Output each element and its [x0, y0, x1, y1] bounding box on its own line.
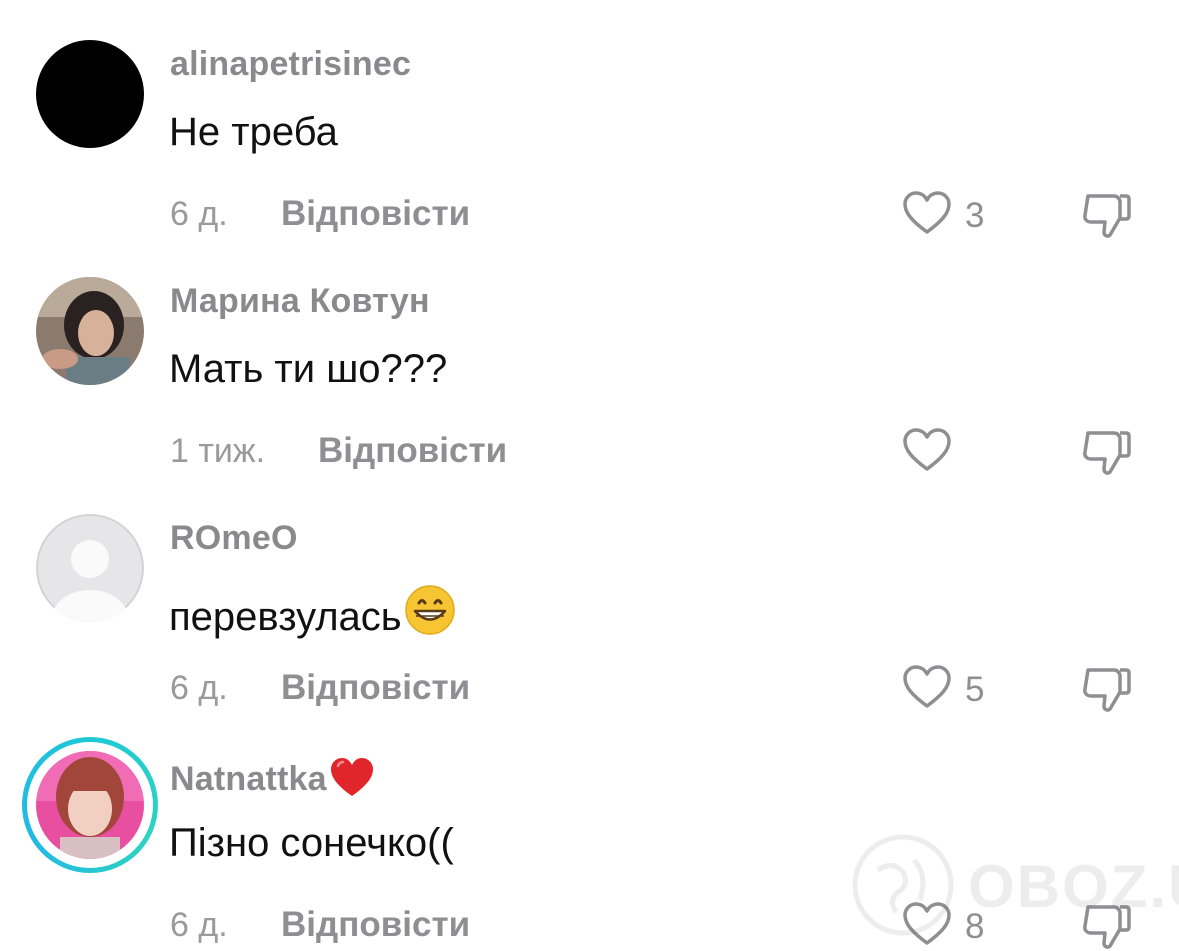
comment-text-value: перевзулась [169, 595, 402, 639]
thumbs-down-icon[interactable] [1080, 190, 1132, 240]
comment-item: ROmeO перевзулась 6 д. Відповісти 5 [0, 474, 1179, 714]
heart-icon[interactable] [902, 427, 952, 473]
heart-icon[interactable] [902, 190, 952, 236]
comment-username[interactable]: alinapetrisinec [170, 45, 411, 84]
grinning-face-emoji [404, 585, 455, 635]
globe-logo-icon [852, 834, 954, 936]
comment-item: alinapetrisinec Не треба 6 д. Відповісти… [0, 0, 1179, 240]
thumbs-down-icon[interactable] [1080, 427, 1132, 477]
reply-button[interactable]: Відповісти [281, 905, 470, 945]
reply-button[interactable]: Відповісти [318, 431, 507, 471]
comment-item: Марина Ковтун Мать ти шо??? 1 тиж. Відпо… [0, 237, 1179, 477]
comment-username[interactable]: Natnattka [170, 756, 375, 799]
watermark-text: OBOZ.UA [968, 853, 1179, 920]
comment-text: Мать ти шо??? [169, 347, 448, 391]
avatar[interactable] [36, 277, 144, 385]
comment-time: 1 тиж. [170, 432, 266, 470]
comment-text: Не треба [169, 110, 338, 154]
comment-text: Пізно сонечко(( [169, 821, 454, 865]
reply-button[interactable]: Відповісти [281, 668, 470, 708]
comment-text: перевзулась [169, 584, 456, 640]
comment-username-value: Natnattka [170, 760, 327, 798]
comment-time: 6 д. [170, 195, 228, 233]
avatar[interactable] [36, 514, 144, 622]
thumbs-down-icon[interactable] [1080, 664, 1132, 714]
comment-username[interactable]: Марина Ковтун [170, 282, 430, 321]
comment-username[interactable]: ROmeO [170, 519, 298, 558]
like-count: 5 [965, 670, 985, 709]
heart-icon[interactable] [902, 664, 952, 710]
like-count: 3 [965, 196, 985, 235]
watermark: OBOZ.UA [848, 830, 1179, 940]
reply-button[interactable]: Відповісти [281, 194, 470, 234]
avatar[interactable] [36, 751, 144, 859]
comment-time: 6 д. [170, 906, 228, 944]
avatar[interactable] [36, 40, 144, 148]
red-heart-emoji [330, 758, 373, 796]
comment-time: 6 д. [170, 669, 228, 707]
